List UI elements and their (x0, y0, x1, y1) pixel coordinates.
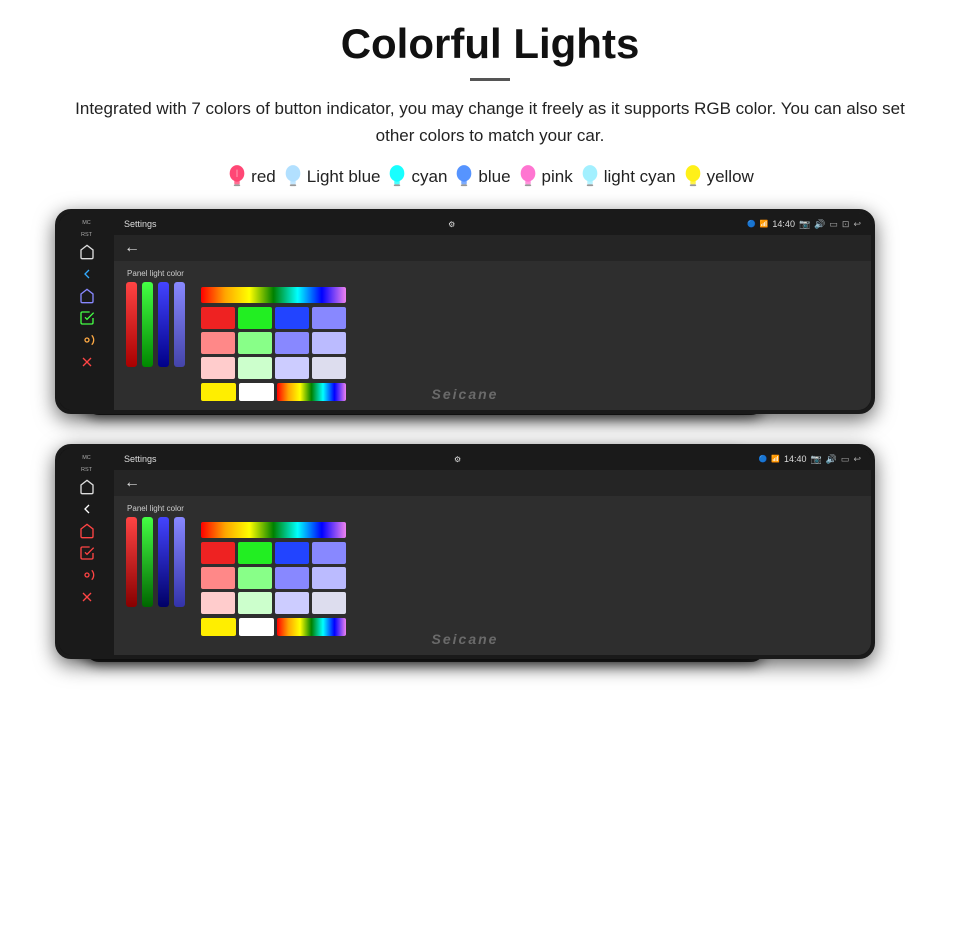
page: Colorful Lights Integrated with 7 colors… (0, 0, 980, 940)
bottom-device-card-front: MC RST Settings ⚙ (55, 444, 875, 659)
description: Integrated with 7 colors of button indic… (60, 95, 920, 149)
color-label-cyan: cyan (411, 167, 447, 187)
bulb-icon-pink (517, 163, 539, 191)
top-device-group: MC RST MC RST (55, 209, 925, 429)
bulb-icon-light-cyan (579, 163, 601, 191)
color-label-blue: blue (478, 167, 510, 187)
status-time: 14:40 (772, 219, 795, 229)
color-label-pink: pink (542, 167, 573, 187)
color-item-red: red (226, 163, 276, 191)
color-item-pink: pink (517, 163, 573, 191)
color-item-light-blue: Light blue (282, 163, 381, 191)
color-label-red: red (251, 167, 276, 187)
bulb-icon-yellow (682, 163, 704, 191)
color-item-blue: blue (453, 163, 510, 191)
status-bar-title: Settings (124, 219, 157, 229)
device-card-front: MC RST Settings ⚙ (55, 209, 875, 414)
title-divider (470, 78, 510, 81)
bulb-icon-cyan (386, 163, 408, 191)
bulb-icon-red (226, 163, 248, 191)
color-item-light-cyan: light cyan (579, 163, 676, 191)
color-label-light-cyan: light cyan (604, 167, 676, 187)
panel-light-title: Panel light color (127, 269, 184, 278)
page-title: Colorful Lights (341, 20, 640, 68)
color-item-cyan: cyan (386, 163, 447, 191)
color-list: red Light blue cyan blue (226, 163, 754, 191)
bulb-icon-blue (453, 163, 475, 191)
color-label-yellow: yellow (707, 167, 754, 187)
bulb-icon-light-blue (282, 163, 304, 191)
screens-section: MC RST MC RST (40, 209, 940, 684)
color-item-yellow: yellow (682, 163, 754, 191)
color-label-light-blue: Light blue (307, 167, 381, 187)
bottom-device-group: MC RST MC RST (55, 444, 925, 684)
